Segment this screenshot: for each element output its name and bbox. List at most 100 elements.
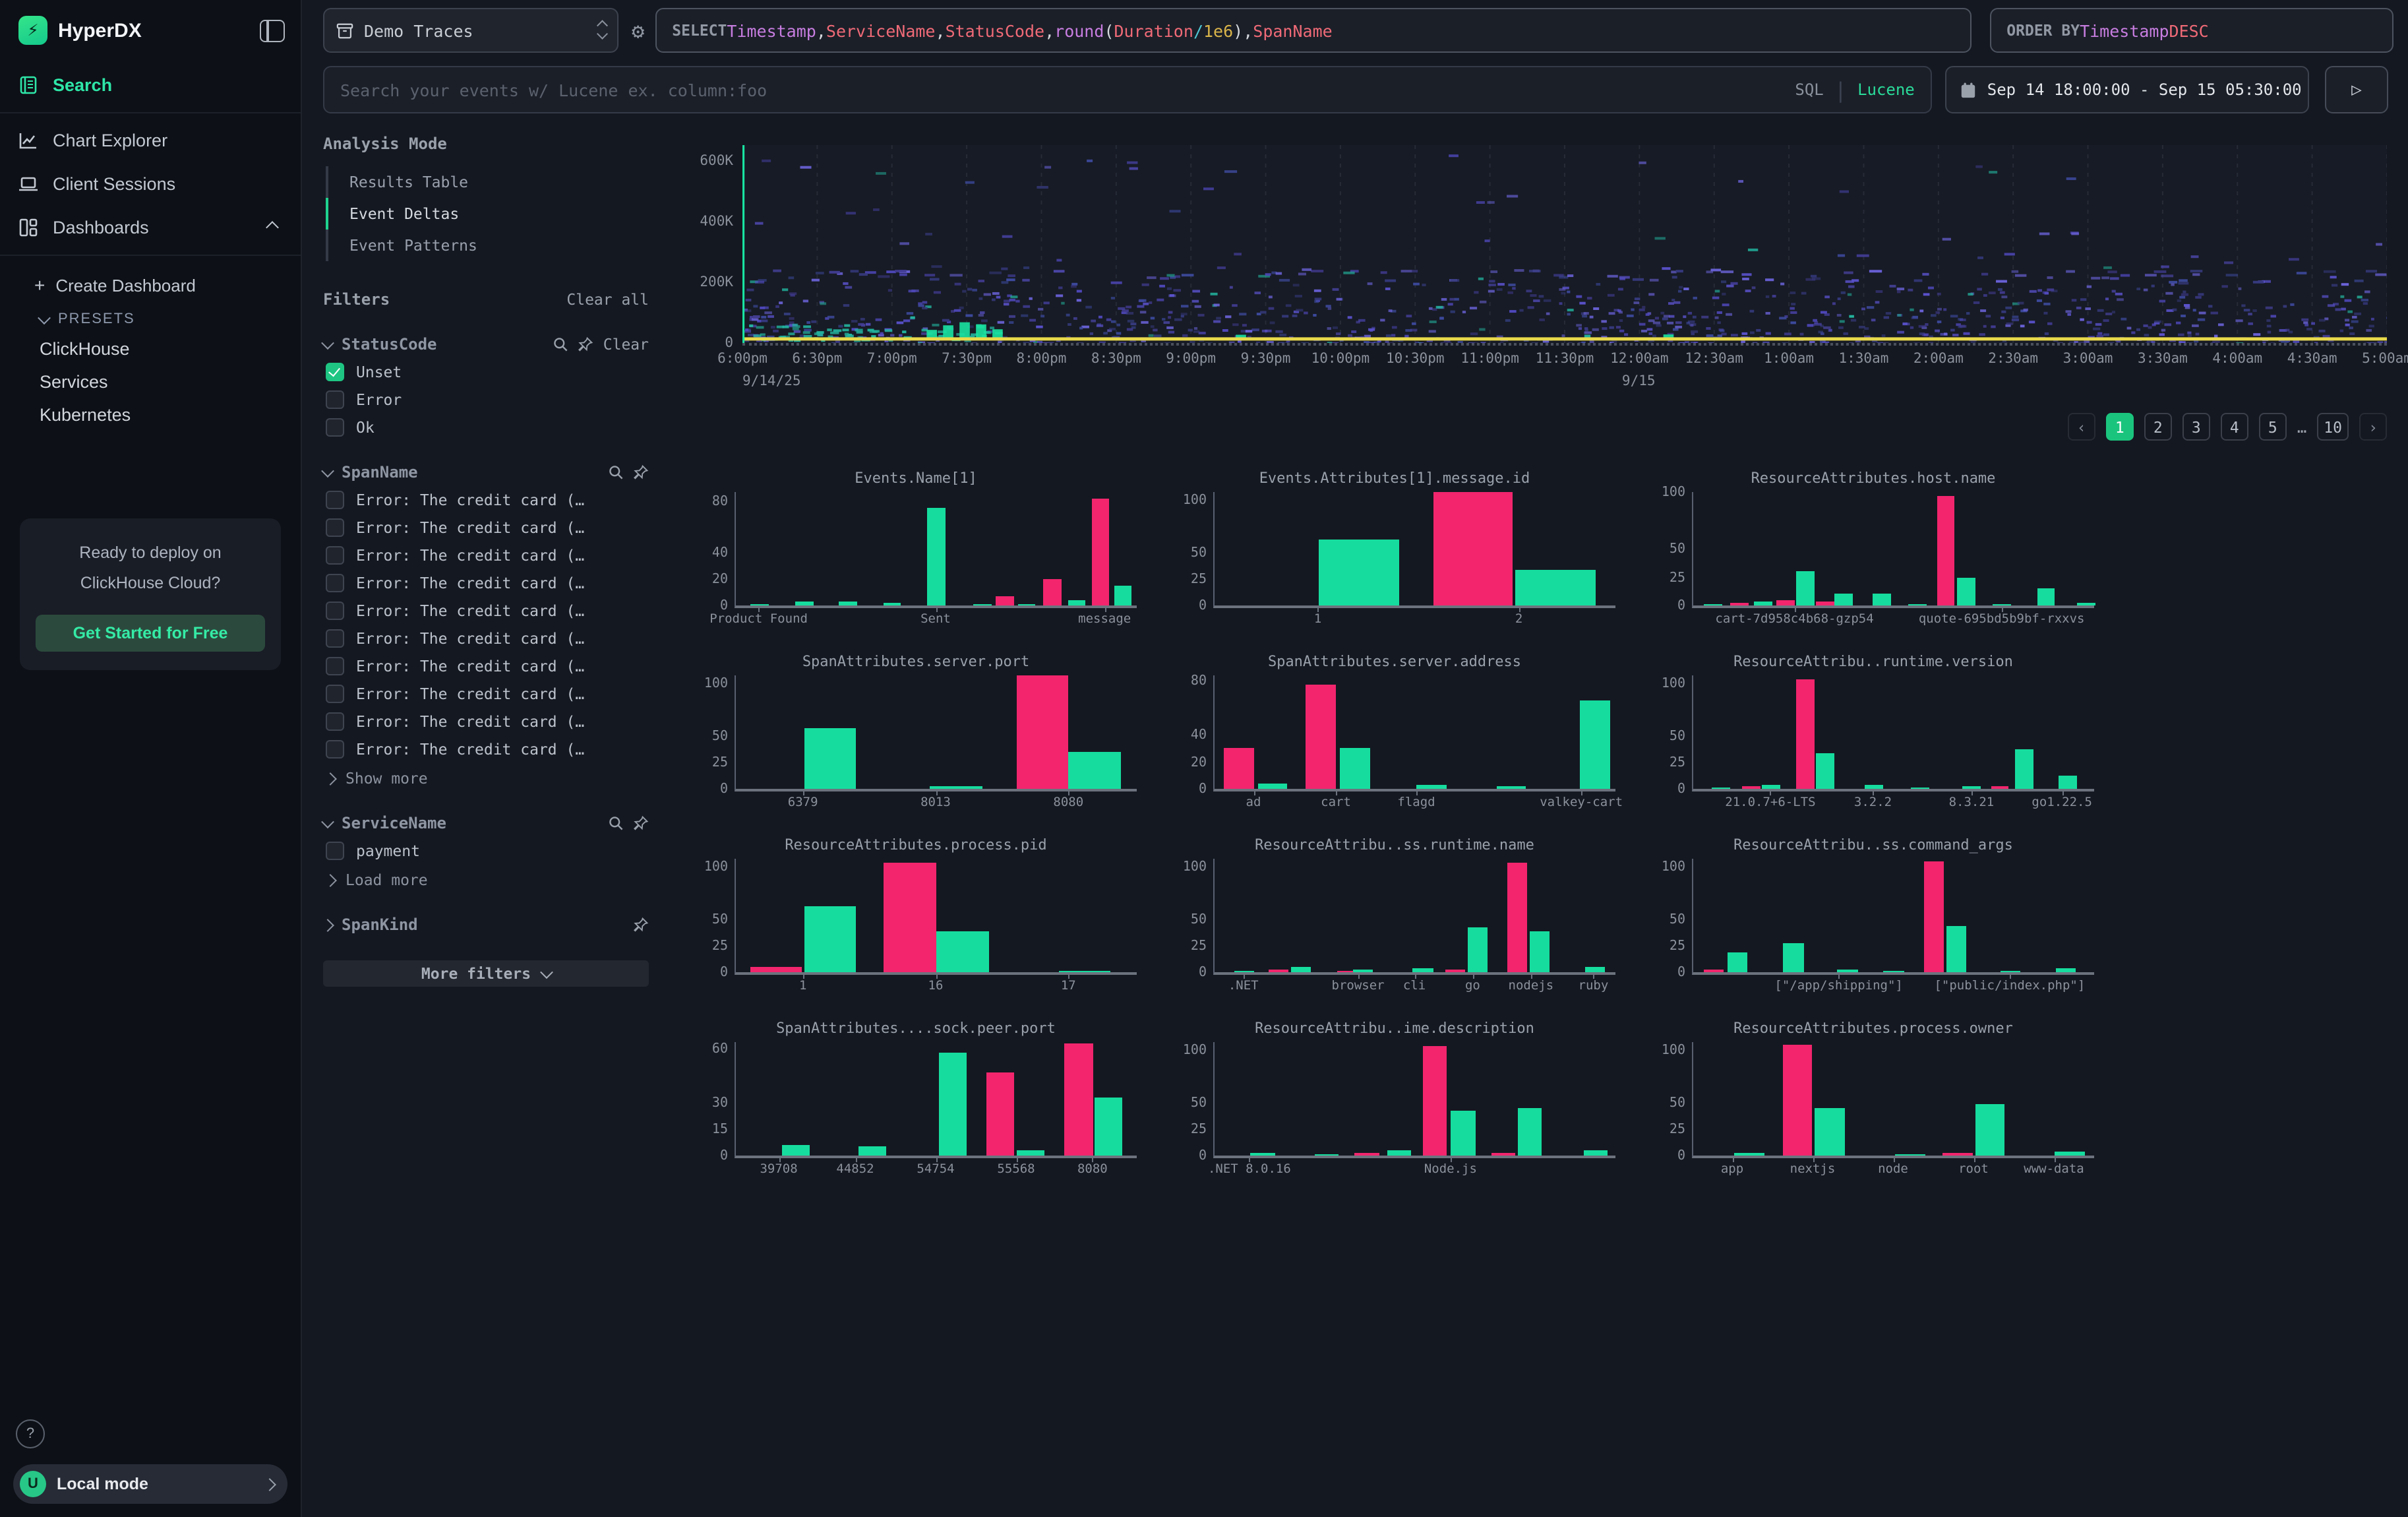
checkbox[interactable] [326, 629, 344, 648]
chart-plot[interactable] [735, 859, 1137, 975]
gear-icon[interactable]: ⚙ [632, 18, 644, 43]
create-dashboard-button[interactable]: + Create Dashboard [0, 266, 301, 303]
get-started-button[interactable]: Get Started for Free [36, 615, 265, 652]
filter-option[interactable]: Unset [323, 363, 649, 381]
prev-page-button[interactable]: ‹ [2068, 413, 2095, 441]
checkbox[interactable] [326, 602, 344, 620]
filter-option[interactable]: Error: The credit card (… [323, 685, 649, 703]
sql-mode-toggle[interactable]: SQL [1795, 80, 1823, 99]
analysis-mode-results-table[interactable]: Results Table [326, 166, 649, 198]
page-button-1[interactable]: 1 [2106, 413, 2134, 441]
page-button-3[interactable]: 3 [2182, 413, 2210, 441]
pin-icon[interactable] [633, 917, 649, 933]
checkbox[interactable] [326, 657, 344, 675]
filter-option[interactable]: Error: The credit card (… [323, 657, 649, 675]
pin-icon[interactable] [578, 336, 594, 352]
presets-toggle[interactable]: PRESETS [0, 303, 301, 332]
search-icon[interactable] [553, 336, 569, 352]
search-icon[interactable] [608, 464, 624, 480]
analysis-mode-event-patterns[interactable]: Event Patterns [326, 230, 649, 261]
search-icon[interactable] [608, 815, 624, 831]
timeline-plot[interactable] [742, 145, 2387, 346]
sidebar-bottom: ? U Local mode [0, 1419, 301, 1517]
filter-option[interactable]: Error: The credit card (… [323, 574, 649, 592]
bar [1991, 786, 2008, 789]
more-filters-button[interactable]: More filters [323, 960, 649, 987]
load-more-button[interactable]: Load more [323, 871, 649, 889]
filter-option[interactable]: Error: The credit card (… [323, 740, 649, 758]
timeline-chart[interactable]: 600K400K200K0 [682, 145, 2387, 346]
filter-option[interactable]: Ok [323, 418, 649, 437]
filter-group-name[interactable]: SpanName [342, 463, 418, 481]
help-button[interactable]: ? [16, 1419, 45, 1448]
checkbox[interactable] [326, 842, 344, 860]
filter-option-label: Error: The credit card (… [356, 712, 584, 731]
filter-option[interactable]: Error: The credit card (… [323, 602, 649, 620]
pin-icon[interactable] [633, 464, 649, 480]
filter-option[interactable]: Error: The credit card (… [323, 546, 649, 565]
sidebar-item-dashboards[interactable]: Dashboards [0, 206, 301, 249]
sidebar-collapse-icon[interactable] [260, 19, 285, 42]
lucene-mode-toggle[interactable]: Lucene [1857, 80, 1915, 99]
chart-plot[interactable] [1692, 1042, 2094, 1158]
chart-plot[interactable] [1213, 1042, 1615, 1158]
pin-icon[interactable] [633, 815, 649, 831]
filter-option[interactable]: Error: The credit card (… [323, 491, 649, 509]
sidebar-item-services[interactable]: Services [0, 365, 301, 398]
checkbox[interactable] [326, 685, 344, 703]
checkbox[interactable] [326, 491, 344, 509]
chart-plot[interactable] [735, 492, 1137, 608]
filter-option[interactable]: Error [323, 390, 649, 409]
filter-group-name[interactable]: StatusCode [342, 335, 437, 354]
sidebar-item-chart-explorer[interactable]: Chart Explorer [0, 119, 301, 162]
checkbox[interactable] [326, 712, 344, 731]
sidebar-item-client-sessions[interactable]: Client Sessions [0, 162, 301, 206]
data-source-select[interactable]: Demo Traces [323, 8, 618, 53]
filter-group-name[interactable]: SpanKind [342, 915, 418, 934]
checkbox[interactable] [326, 740, 344, 758]
clear-all-button[interactable]: Clear all [566, 290, 649, 309]
chart-plot[interactable] [1692, 675, 2094, 791]
page-button-2[interactable]: 2 [2144, 413, 2172, 441]
filter-group-name[interactable]: ServiceName [342, 814, 446, 832]
chart-plot[interactable] [1692, 859, 2094, 975]
select-clause-input[interactable]: SELECT Timestamp, ServiceName, StatusCod… [655, 8, 1971, 53]
chart-plot[interactable] [735, 1042, 1137, 1158]
bar [1975, 1105, 2005, 1156]
filter-option[interactable]: Error: The credit card (… [323, 629, 649, 648]
show-more-button[interactable]: Show more [323, 769, 649, 788]
chevron-right-icon[interactable] [321, 918, 334, 931]
chevron-down-icon[interactable] [321, 464, 334, 477]
chart-plot[interactable] [1213, 675, 1615, 791]
clear-group-button[interactable]: Clear [603, 335, 649, 354]
chevron-down-icon[interactable] [321, 336, 334, 349]
chart-plot[interactable] [1213, 492, 1615, 608]
filter-option[interactable]: payment [323, 842, 649, 860]
filter-option[interactable]: Error: The credit card (… [323, 712, 649, 731]
checkbox[interactable] [326, 390, 344, 409]
run-query-button[interactable]: ▷ [2325, 66, 2388, 113]
search-input[interactable]: Search your events w/ Lucene ex. column:… [323, 66, 1932, 113]
chart-plot[interactable] [735, 675, 1137, 791]
checkbox[interactable] [326, 363, 344, 381]
filter-option[interactable]: Error: The credit card (… [323, 518, 649, 537]
checkbox[interactable] [326, 418, 344, 437]
chevron-down-icon[interactable] [321, 815, 334, 828]
next-page-button[interactable]: › [2359, 413, 2387, 441]
checkbox[interactable] [326, 574, 344, 592]
page-button-10[interactable]: 10 [2317, 413, 2349, 441]
analysis-mode-event-deltas[interactable]: Event Deltas [326, 198, 649, 230]
sidebar-item-clickhouse[interactable]: ClickHouse [0, 332, 301, 365]
chart-plot[interactable] [1692, 492, 2094, 608]
timeline-x-tick: 6:00pm [717, 351, 768, 367]
page-button-4[interactable]: 4 [2221, 413, 2248, 441]
page-button-5[interactable]: 5 [2259, 413, 2287, 441]
checkbox[interactable] [326, 546, 344, 565]
checkbox[interactable] [326, 518, 344, 537]
order-by-input[interactable]: ORDER BY Timestamp DESC [1989, 8, 2393, 53]
local-mode-pill[interactable]: U Local mode [13, 1464, 287, 1504]
sidebar-item-search[interactable]: Search [0, 63, 301, 107]
date-range-picker[interactable]: Sep 14 18:00:00 - Sep 15 05:30:00 [1945, 66, 2309, 113]
chart-plot[interactable] [1213, 859, 1615, 975]
sidebar-item-kubernetes[interactable]: Kubernetes [0, 398, 301, 431]
